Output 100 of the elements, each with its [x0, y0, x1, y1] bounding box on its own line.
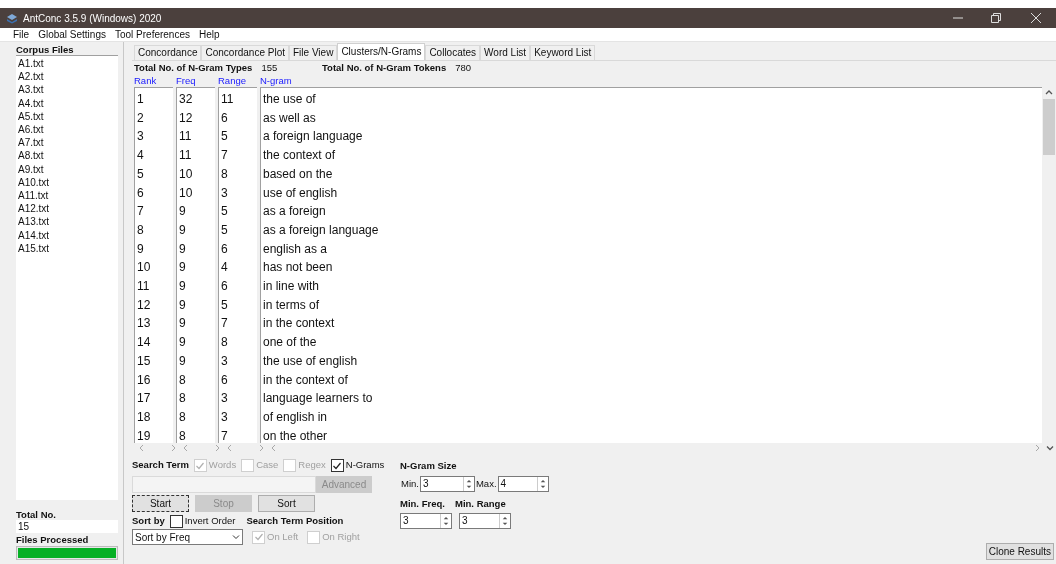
- table-cell[interactable]: 10: [177, 164, 215, 184]
- dropdown-caret-icon[interactable]: [232, 534, 240, 540]
- scroll-left-icon[interactable]: [138, 444, 145, 452]
- table-cell[interactable]: 7: [219, 426, 257, 443]
- table-cell[interactable]: 12: [177, 108, 215, 128]
- table-cell[interactable]: 9: [177, 202, 215, 221]
- table-cell[interactable]: 8: [177, 370, 215, 390]
- table-cell[interactable]: on the other: [261, 426, 1042, 443]
- menu-item[interactable]: Help: [199, 29, 220, 40]
- scroll-right-icon[interactable]: [258, 444, 265, 452]
- scroll-right-icon[interactable]: [214, 444, 221, 452]
- table-cell[interactable]: 32: [177, 90, 215, 109]
- table-cell[interactable]: 9: [135, 239, 173, 259]
- table-cell[interactable]: 8: [135, 220, 173, 240]
- scroll-down-icon[interactable]: [1046, 444, 1054, 452]
- table-cell[interactable]: 6: [135, 183, 173, 203]
- table-cell[interactable]: english as a: [261, 239, 1042, 259]
- table-cell[interactable]: 3: [135, 127, 173, 147]
- file-list-item[interactable]: A15.txt: [18, 241, 118, 256]
- column-header[interactable]: Freq: [176, 75, 215, 87]
- table-cell[interactable]: 5: [219, 220, 257, 240]
- table-cell[interactable]: 1: [135, 90, 173, 109]
- table-cell[interactable]: 9: [177, 220, 215, 240]
- table-cell[interactable]: 14: [135, 333, 173, 352]
- file-list-item[interactable]: A4.txt: [18, 96, 118, 110]
- table-cell[interactable]: 3: [219, 351, 257, 371]
- table-cell[interactable]: 7: [135, 202, 173, 221]
- table-cell[interactable]: 8: [219, 164, 257, 184]
- table-cell[interactable]: 7: [219, 146, 257, 165]
- table-cell[interactable]: 5: [219, 295, 257, 315]
- table-cell[interactable]: the use of english: [261, 351, 1042, 371]
- table-cell[interactable]: 7: [219, 314, 257, 334]
- tab[interactable]: Concordance Plot: [201, 45, 289, 60]
- spin-field[interactable]: 3: [400, 513, 452, 530]
- table-cell[interactable]: one of the: [261, 333, 1042, 352]
- table-cell[interactable]: 6: [219, 108, 257, 128]
- table-cell[interactable]: 5: [219, 127, 257, 147]
- tab[interactable]: Collocates: [425, 45, 481, 60]
- file-list-item[interactable]: A9.txt: [18, 162, 118, 176]
- column-header[interactable]: Rank: [134, 75, 173, 87]
- table-cell[interactable]: 8: [177, 389, 215, 408]
- table-cell[interactable]: in line with: [261, 277, 1042, 296]
- spin-field[interactable]: 3: [419, 476, 475, 492]
- table-cell[interactable]: 11: [177, 127, 215, 147]
- table-cell[interactable]: 6: [219, 370, 257, 390]
- table-cell[interactable]: the use of: [261, 90, 1042, 109]
- spinner-arrows-icon[interactable]: [440, 514, 451, 529]
- file-list-item[interactable]: A7.txt: [18, 136, 118, 150]
- scroll-right-icon[interactable]: [170, 444, 177, 452]
- table-cell[interactable]: 5: [135, 164, 173, 184]
- file-list-item[interactable]: A10.txt: [18, 175, 118, 190]
- table-cell[interactable]: 18: [135, 407, 173, 427]
- search-term-field[interactable]: [132, 476, 316, 493]
- table-cell[interactable]: 3: [219, 407, 257, 427]
- scroll-left-icon[interactable]: [270, 444, 277, 452]
- table-cell[interactable]: in terms of: [261, 295, 1042, 315]
- table-cell[interactable]: 2: [135, 108, 173, 128]
- scroll-left-icon[interactable]: [182, 444, 189, 452]
- table-cell[interactable]: 4: [135, 146, 173, 165]
- table-cell[interactable]: as a foreign language: [261, 220, 1042, 240]
- table-cell[interactable]: 3: [219, 389, 257, 408]
- table-cell[interactable]: 6: [219, 239, 257, 259]
- table-cell[interactable]: 16: [135, 370, 173, 390]
- table-cell[interactable]: 9: [177, 277, 215, 296]
- table-cell[interactable]: the context of: [261, 146, 1042, 165]
- clone-results-button[interactable]: Clone Results: [985, 543, 1054, 560]
- scroll-right-icon[interactable]: [1034, 444, 1041, 452]
- file-list-item[interactable]: A12.txt: [18, 202, 118, 216]
- checkbox[interactable]: [169, 514, 183, 528]
- file-list-item[interactable]: A2.txt: [18, 70, 118, 84]
- file-list-item[interactable]: A8.txt: [18, 149, 118, 163]
- sort-dropdown[interactable]: Sort by Freq: [132, 529, 243, 545]
- table-cell[interactable]: 8: [219, 333, 257, 352]
- table-cell[interactable]: 17: [135, 389, 173, 408]
- table-cell[interactable]: 10: [135, 258, 173, 278]
- table-cell[interactable]: based on the: [261, 164, 1042, 184]
- file-list-item[interactable]: A3.txt: [18, 83, 118, 97]
- spin-field[interactable]: 3: [459, 513, 511, 530]
- table-cell[interactable]: 3: [219, 183, 257, 203]
- file-list-item[interactable]: A1.txt: [18, 57, 118, 71]
- table-cell[interactable]: 8: [177, 407, 215, 427]
- table-cell[interactable]: 9: [177, 314, 215, 334]
- restore-icon[interactable]: [991, 13, 1001, 23]
- scroll-left-icon[interactable]: [226, 444, 233, 452]
- tab[interactable]: File View: [289, 45, 338, 60]
- table-cell[interactable]: 11: [177, 146, 215, 165]
- table-cell[interactable]: 9: [177, 258, 215, 278]
- close-icon[interactable]: [1031, 13, 1041, 23]
- column-header[interactable]: Range: [218, 75, 257, 87]
- table-cell[interactable]: 4: [219, 258, 257, 278]
- table-cell[interactable]: as well as: [261, 108, 1042, 128]
- menu-item[interactable]: File: [13, 29, 30, 40]
- tab[interactable]: Word List: [480, 45, 531, 60]
- table-cell[interactable]: as a foreign: [261, 202, 1042, 221]
- scrollbar-thumb[interactable]: [1043, 99, 1055, 155]
- table-cell[interactable]: 12: [135, 295, 173, 315]
- table-cell[interactable]: 9: [177, 239, 215, 259]
- table-cell[interactable]: 15: [135, 351, 173, 371]
- table-cell[interactable]: a foreign language: [261, 127, 1042, 147]
- file-list[interactable]: A1.txt A2.txt A3.txt A4.txt A5.txt A6.txt A7.txt A8.txt A9.txt A10.txt A11.txt A12.txt A13.txt A14.txt A15.txt: [16, 55, 118, 500]
